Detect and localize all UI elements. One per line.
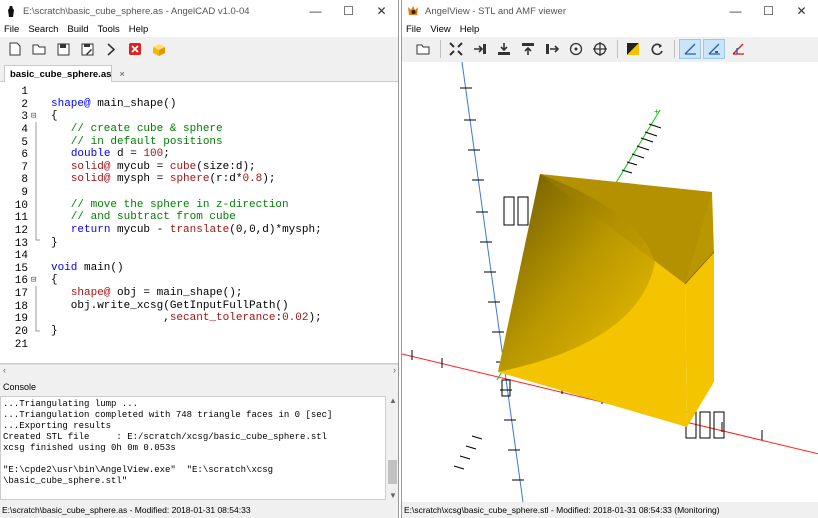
- console-line: Created STL file : E:/scratch/xcsg/basic…: [3, 432, 328, 442]
- editor-menubar: File Search Build Tools Help: [0, 22, 398, 37]
- editor-window-title: E:\scratch\basic_cube_sphere.as - AngelC…: [23, 5, 250, 17]
- new-file-icon[interactable]: [4, 39, 26, 59]
- z-axis-line: [461, 61, 524, 503]
- viewer-window-title: AngelView - STL and AMF viewer: [425, 5, 566, 17]
- editor-toolbar: [0, 38, 398, 60]
- menu-build[interactable]: Build: [63, 24, 93, 35]
- console-line: ...Triangulating lump ...: [3, 399, 139, 409]
- upload-icon[interactable]: [517, 39, 539, 59]
- console-scroll-thumb[interactable]: [388, 460, 397, 484]
- console-vertical-scrollbar[interactable]: ▲ ▼: [386, 396, 398, 500]
- toolbar-separator: [617, 40, 618, 58]
- viewer-titlebar: AngelView - STL and AMF viewer — ☐ ✕: [402, 0, 818, 22]
- code-line: }: [51, 325, 58, 337]
- stl-model[interactable]: [498, 174, 715, 427]
- 3d-scene[interactable]: +: [402, 61, 818, 503]
- code-line: // in default positions: [51, 136, 223, 148]
- shading-icon[interactable]: [622, 39, 644, 59]
- scroll-right-icon[interactable]: ›: [393, 365, 396, 375]
- code-line: double d = 100;: [70, 148, 170, 160]
- console-line: ...Exporting results: [3, 421, 112, 431]
- menu-search[interactable]: Search: [24, 24, 63, 35]
- scroll-down-icon[interactable]: ▼: [389, 491, 397, 500]
- run-icon[interactable]: [100, 39, 122, 59]
- cube-icon[interactable]: [148, 39, 170, 59]
- menu-file[interactable]: File: [402, 24, 426, 35]
- crosshair-icon[interactable]: [589, 39, 611, 59]
- fit-view-icon[interactable]: [445, 39, 467, 59]
- save-as-icon[interactable]: [76, 39, 98, 59]
- code-line: shape@ main_shape(): [51, 98, 177, 110]
- z-axis-ticks: [460, 87, 524, 481]
- code-line: }: [51, 237, 58, 249]
- console-line: "E:\cpde2\usr\bin\AngelView.exe" "E:\scr…: [3, 465, 274, 475]
- axes-icon[interactable]: [679, 39, 701, 59]
- export-icon[interactable]: [541, 39, 563, 59]
- minimize-button[interactable]: —: [719, 0, 752, 22]
- close-button[interactable]: ✕: [365, 0, 398, 22]
- tab-close-icon[interactable]: ×: [119, 69, 125, 80]
- code-line: ,secant_tolerance:0.02);: [51, 312, 322, 324]
- menu-view[interactable]: View: [426, 24, 455, 35]
- angelcad-app-icon: [4, 4, 18, 18]
- save-icon[interactable]: [52, 39, 74, 59]
- code-line: // move the sphere in z-direction: [51, 199, 289, 211]
- viewer-menubar: File View Help: [402, 22, 818, 37]
- console-line: ...Triangulation completed with 748 tria…: [3, 410, 333, 420]
- y-axis-marker: +: [654, 107, 659, 116]
- code-line: // create cube & sphere: [51, 123, 223, 135]
- download-icon[interactable]: [493, 39, 515, 59]
- center-icon[interactable]: [565, 39, 587, 59]
- tab-label: basic_cube_sphere.as: [10, 69, 112, 80]
- menu-tools[interactable]: Tools: [94, 24, 125, 35]
- stop-icon[interactable]: [124, 39, 146, 59]
- import-icon[interactable]: [469, 39, 491, 59]
- code-line: void main(): [51, 262, 124, 274]
- scroll-up-icon[interactable]: ▲: [389, 396, 397, 405]
- minimize-button[interactable]: —: [299, 0, 332, 22]
- code-line: {: [51, 110, 58, 122]
- toolbar-separator: [674, 40, 675, 58]
- code-line: solid@ mycub = cube(size:d);: [70, 161, 256, 173]
- code-area[interactable]: shape@ main_shape() { // create cube & s…: [0, 82, 398, 363]
- menu-help[interactable]: Help: [125, 24, 154, 35]
- code-line: {: [51, 274, 58, 286]
- tab-basic-cube-sphere[interactable]: basic_cube_sphere.as ×: [4, 65, 125, 83]
- maximize-button[interactable]: ☐: [752, 0, 785, 22]
- menu-help[interactable]: Help: [456, 24, 485, 35]
- menu-file[interactable]: File: [0, 24, 24, 35]
- maximize-button[interactable]: ☐: [332, 0, 365, 22]
- console-line: \basic_cube_sphere.stl": [3, 476, 128, 486]
- axes-labeled-icon[interactable]: [703, 39, 725, 59]
- code-line: return mycub - translate(0,0,d)*mysph;: [70, 224, 322, 236]
- open-folder-icon[interactable]: [28, 39, 50, 59]
- angelcad-window: E:\scratch\basic_cube_sphere.as - AngelC…: [0, 0, 399, 518]
- console-header: Console: [0, 382, 398, 395]
- axes-colored-icon[interactable]: [727, 39, 749, 59]
- code-line: shape@ obj = main_shape();: [70, 287, 243, 299]
- angelview-window: AngelView - STL and AMF viewer — ☐ ✕ Fil…: [401, 0, 818, 518]
- close-button[interactable]: ✕: [785, 0, 818, 22]
- scroll-left-icon[interactable]: ‹: [3, 365, 6, 375]
- console-line: xcsg finished using 0h 0m 0.053s: [3, 443, 176, 453]
- editor-titlebar: E:\scratch\basic_cube_sphere.as - AngelC…: [0, 0, 398, 22]
- editor-tabbar: basic_cube_sphere.as ×: [0, 63, 398, 83]
- code-line: // and subtract from cube: [51, 211, 236, 223]
- angelview-app-icon: [406, 4, 420, 18]
- code-line: solid@ mysph = sphere(r:d*0.8);: [70, 173, 276, 185]
- editor-horizontal-scrollbar[interactable]: ‹ ›: [0, 364, 398, 377]
- viewer-toolbar: [402, 38, 818, 60]
- 3d-viewport[interactable]: +: [402, 61, 818, 503]
- toolbar-separator: [440, 40, 441, 58]
- code-line: obj.write_xcsg(GetInputFullPath(): [51, 300, 289, 312]
- rotate-icon[interactable]: [646, 39, 668, 59]
- viewer-status-bar: E:\scratch\xcsg\basic_cube_sphere.stl - …: [402, 503, 818, 518]
- console-output[interactable]: ...Triangulating lump ... ...Triangulati…: [0, 396, 386, 500]
- open-icon[interactable]: [412, 39, 434, 59]
- editor-status-bar: E:\scratch\basic_cube_sphere.as - Modifi…: [0, 503, 398, 518]
- code-editor[interactable]: 1 2 3 4 5 6 7 8 9 10 11 12 13 14 15 16 1…: [0, 82, 398, 364]
